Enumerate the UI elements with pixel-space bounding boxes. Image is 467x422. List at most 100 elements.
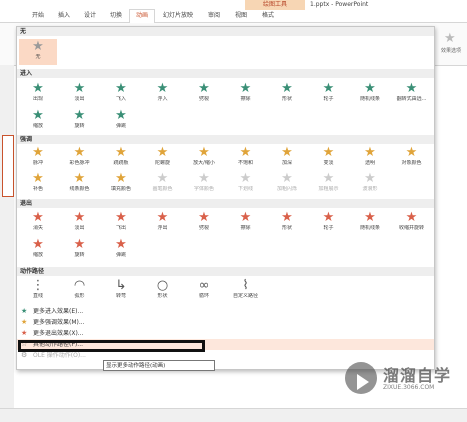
exit-11-item[interactable]: ★ 旋转 bbox=[61, 237, 99, 263]
effect-options-icon: ★ bbox=[444, 31, 456, 46]
emphasis-10-item[interactable]: ★ 补色 bbox=[19, 171, 57, 197]
path-3-item[interactable]: ○ 形状 bbox=[144, 278, 182, 304]
anim-none-item[interactable]: ★ 无 bbox=[19, 39, 57, 65]
menu-item-2-label: 更多退出效果(X)... bbox=[33, 330, 84, 337]
status-bar bbox=[0, 408, 467, 422]
entrance-2-item[interactable]: ★ 飞入 bbox=[102, 81, 140, 107]
exit-9-item[interactable]: ★ 收缩并旋转 bbox=[393, 210, 431, 236]
exit-12-item[interactable]: ★ 弹跳 bbox=[102, 237, 140, 263]
menu-item-0[interactable]: ★ 更多进入效果(E)... bbox=[17, 306, 434, 317]
emphasis-7-label: 变淡 bbox=[323, 160, 334, 166]
anim-none-label: 无 bbox=[35, 54, 41, 60]
exit-7-item[interactable]: ★ 轮子 bbox=[310, 210, 348, 236]
entrance-0-item[interactable]: ★ 出现 bbox=[19, 81, 57, 107]
emphasis-16-label: 加粗闪烁 bbox=[276, 186, 297, 192]
emphasis-5-item[interactable]: ★ 不饱和 bbox=[227, 145, 265, 171]
entrance-9-item[interactable]: ★ 翻转式由远... bbox=[393, 81, 431, 107]
exit-1-label: 淡出 bbox=[74, 225, 85, 231]
effect-options-label: 效果选项 bbox=[440, 48, 461, 54]
emphasis-7-icon: ★ bbox=[322, 145, 335, 160]
tab-1[interactable]: 插入 bbox=[53, 10, 75, 22]
emphasis-2-icon: ★ bbox=[115, 145, 127, 160]
menu-item-1[interactable]: ★ 更多强调效果(M)... bbox=[17, 317, 434, 328]
exit-8-item[interactable]: ★ 随机线条 bbox=[351, 210, 389, 236]
exit-6-item[interactable]: ★ 形状 bbox=[268, 210, 306, 236]
effect-options-button[interactable]: ★ 效果选项 bbox=[435, 23, 467, 65]
exit-1-item[interactable]: ★ 淡出 bbox=[61, 210, 99, 236]
exit-4-item[interactable]: ★ 劈裂 bbox=[185, 210, 223, 236]
path-4-item[interactable]: ∞ 循环 bbox=[185, 278, 223, 304]
tab-2[interactable]: 设计 bbox=[79, 10, 101, 22]
emphasis-15-item: ★ 下划线 bbox=[227, 171, 265, 197]
exit-9-icon: ★ bbox=[405, 210, 418, 225]
emphasis-7-item[interactable]: ★ 变淡 bbox=[310, 145, 348, 171]
path-1-icon: ◠ bbox=[73, 278, 86, 293]
path-5-item[interactable]: ⌇ 自定义路径 bbox=[227, 278, 265, 304]
emphasis-4-item[interactable]: ★ 放大/缩小 bbox=[185, 145, 223, 171]
entrance-9-label: 翻转式由远... bbox=[396, 96, 427, 102]
tab-5[interactable]: 幻灯片放映 bbox=[158, 10, 198, 22]
exit-4-label: 劈裂 bbox=[198, 225, 209, 231]
entrance-8-label: 随机线条 bbox=[359, 96, 380, 102]
exit-10-item[interactable]: ★ 缩放 bbox=[19, 237, 57, 263]
path-2-label: 转弯 bbox=[115, 293, 126, 299]
entrance-12-label: 弹跳 bbox=[115, 123, 126, 129]
entrance-7-item[interactable]: ★ 轮子 bbox=[310, 81, 348, 107]
entrance-10-item[interactable]: ★ 缩放 bbox=[19, 108, 57, 134]
tab-7[interactable]: 视图 bbox=[230, 10, 252, 22]
section-header-none: 无 bbox=[17, 27, 434, 36]
entrance-3-item[interactable]: ★ 浮入 bbox=[144, 81, 182, 107]
path-2-item[interactable]: ↳ 转弯 bbox=[102, 278, 140, 304]
entrance-0-icon: ★ bbox=[32, 81, 44, 96]
path-1-label: 弧形 bbox=[74, 293, 85, 299]
entrance-4-item[interactable]: ★ 劈裂 bbox=[185, 81, 223, 107]
emphasis-1-item[interactable]: ★ 彩色脉冲 bbox=[61, 145, 99, 171]
emphasis-5-label: 不饱和 bbox=[237, 160, 253, 166]
menu-item-1-label: 更多强调效果(M)... bbox=[33, 319, 85, 326]
path-3-label: 形状 bbox=[157, 293, 168, 299]
entrance-1-item[interactable]: ★ 淡出 bbox=[61, 81, 99, 107]
entrance-12-item[interactable]: ★ 弹跳 bbox=[102, 108, 140, 134]
exit-0-icon: ★ bbox=[32, 210, 44, 225]
exit-8-icon: ★ bbox=[364, 210, 376, 225]
exit-0-item[interactable]: ★ 消失 bbox=[19, 210, 57, 236]
entrance-8-item[interactable]: ★ 随机线条 bbox=[351, 81, 389, 107]
entrance-5-item[interactable]: ★ 擦除 bbox=[227, 81, 265, 107]
path-3-icon: ○ bbox=[156, 278, 169, 293]
entrance-11-item[interactable]: ★ 旋转 bbox=[61, 108, 99, 134]
path-1-item[interactable]: ◠ 弧形 bbox=[61, 278, 99, 304]
emphasis-6-item[interactable]: ★ 加深 bbox=[268, 145, 306, 171]
emphasis-0-item[interactable]: ★ 脉冲 bbox=[19, 145, 57, 171]
exit-5-label: 擦除 bbox=[240, 225, 251, 231]
path-0-item[interactable]: ⋮ 直线 bbox=[19, 278, 57, 304]
emphasis-8-item[interactable]: ★ 透明 bbox=[351, 145, 389, 171]
emphasis-12-item[interactable]: ★ 填充颜色 bbox=[102, 171, 140, 197]
tab-3[interactable]: 切换 bbox=[105, 10, 127, 22]
menu-item-2[interactable]: ★ 更多退出效果(X)... bbox=[17, 328, 434, 339]
exit-2-item[interactable]: ★ 飞出 bbox=[102, 210, 140, 236]
exit-3-item[interactable]: ★ 浮出 bbox=[144, 210, 182, 236]
slide-thumbnail[interactable] bbox=[2, 135, 14, 197]
emphasis-3-item[interactable]: ★ 陀螺旋 bbox=[144, 145, 182, 171]
emphasis-11-item[interactable]: ★ 线条颜色 bbox=[61, 171, 99, 197]
tab-6[interactable]: 审阅 bbox=[203, 10, 225, 22]
emphasis-2-item[interactable]: ★ 跷跷板 bbox=[102, 145, 140, 171]
play-logo-icon bbox=[345, 362, 377, 394]
exit-5-item[interactable]: ★ 擦除 bbox=[227, 210, 265, 236]
tab-8[interactable]: 格式 bbox=[257, 10, 279, 22]
emphasis-9-item[interactable]: ★ 对象颜色 bbox=[393, 145, 431, 171]
path-4-label: 循环 bbox=[198, 293, 209, 299]
path-5-label: 自定义路径 bbox=[232, 293, 258, 299]
ribbon-tabs: 开始 插入 设计 切换 动画 幻灯片放映 审阅 视图 格式 bbox=[0, 9, 467, 23]
entrance-6-icon: ★ bbox=[281, 81, 293, 96]
entrance-6-item[interactable]: ★ 形状 bbox=[268, 81, 306, 107]
emphasis-1-label: 彩色脉冲 bbox=[69, 160, 90, 166]
exit-9-label: 收缩并旋转 bbox=[398, 225, 424, 231]
entrance-8-icon: ★ bbox=[364, 81, 376, 96]
entrance-2-icon: ★ bbox=[115, 81, 127, 96]
tab-4[interactable]: 动画 bbox=[129, 9, 155, 23]
tab-0[interactable]: 开始 bbox=[27, 10, 49, 22]
exit-11-label: 旋转 bbox=[74, 252, 85, 258]
menu-item-1-icon: ★ bbox=[21, 318, 28, 326]
emphasis-9-icon: ★ bbox=[405, 145, 418, 160]
